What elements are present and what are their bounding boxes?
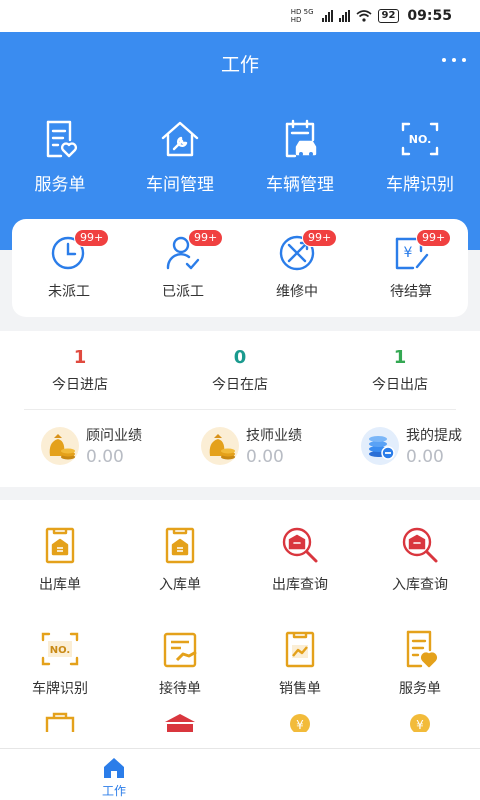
nav-label: 车辆管理 <box>266 175 334 195</box>
order-label: 维修中 <box>276 284 318 300</box>
svg-text:NO.: NO. <box>50 645 70 656</box>
battery-icon: 92 <box>377 9 400 23</box>
home-icon <box>104 758 124 778</box>
stat-left[interactable]: 1 今日出店 <box>320 347 480 394</box>
order-status-card: 99+ 未派工 99+ 已派工 99+ 维修中 ¥ 99+ 待结算 <box>12 219 468 317</box>
sales-order-icon <box>285 631 315 668</box>
money-bag-icon <box>41 427 79 465</box>
function-grid: 出库单 入库单 出库查询 入库查询 NO. 车牌识别 接待单 销售单 服务单 ¥… <box>0 500 480 748</box>
nav-vehicle[interactable]: 车辆管理 <box>240 118 360 195</box>
workshop-icon <box>161 121 199 157</box>
stat-in-store[interactable]: 0 今日在店 <box>160 347 320 394</box>
badge: 99+ <box>188 229 224 247</box>
order-assigned[interactable]: 99+ 已派工 <box>126 219 240 317</box>
svg-text:¥: ¥ <box>404 245 413 261</box>
nav-label: 车牌识别 <box>386 175 454 195</box>
perf-value: 0.00 <box>86 447 124 467</box>
grid-plate-recognition[interactable]: NO. 车牌识别 <box>0 628 120 708</box>
status-bar: HD 5G HD 92 09:55 <box>0 0 480 32</box>
order-label: 未派工 <box>48 284 90 300</box>
clock: 09:55 <box>407 8 452 24</box>
svg-text:NO.: NO. <box>409 133 432 146</box>
plate-recognition-icon: NO. <box>41 632 79 666</box>
grid-label: 服务单 <box>399 681 441 697</box>
grid-inbound-query[interactable]: 入库查询 <box>360 524 480 604</box>
outbound-query-icon <box>282 527 318 563</box>
grid-label: 入库查询 <box>392 577 448 593</box>
tab-label: 工作 <box>101 784 126 798</box>
tab-work[interactable]: 工作 <box>94 757 134 799</box>
stat-value: 1 <box>393 347 407 368</box>
header: 工作 服务单 车间管理 车辆管理 NO. 车牌识别 <box>0 32 480 250</box>
nav-label: 车间管理 <box>146 175 214 195</box>
perf-technician[interactable]: 技师业绩 0.00 <box>160 425 320 467</box>
svg-text:¥: ¥ <box>416 718 424 732</box>
signal-icon <box>321 10 333 22</box>
stat-value: 0 <box>233 347 247 368</box>
perf-commission[interactable]: 我的提成 0.00 <box>320 425 480 467</box>
coin-icon[interactable]: ¥ <box>279 712 321 732</box>
daily-stats: 1 今日进店 0 今日在店 1 今日出店 顾问业绩 0.00 技师业绩 0.00 <box>0 331 480 487</box>
order-label: 已派工 <box>162 284 204 300</box>
vehicle-icon <box>285 119 317 158</box>
reception-order-icon <box>163 632 197 668</box>
grid-inbound-order[interactable]: 入库单 <box>120 524 240 604</box>
inbound-query-icon <box>402 527 438 563</box>
grid-outbound-query[interactable]: 出库查询 <box>240 524 360 604</box>
grid-label: 出库查询 <box>272 577 328 593</box>
nav-label: 服务单 <box>34 175 86 195</box>
nav-workshop[interactable]: 车间管理 <box>120 118 240 195</box>
top-nav: 服务单 车间管理 车辆管理 NO. 车牌识别 <box>0 118 480 195</box>
perf-advisor[interactable]: 顾问业绩 0.00 <box>0 425 160 467</box>
perf-value: 0.00 <box>406 447 444 467</box>
coin-stack-icon <box>361 427 399 465</box>
order-unassigned[interactable]: 99+ 未派工 <box>12 219 126 317</box>
grid-label: 车牌识别 <box>32 681 88 697</box>
perf-label: 技师业绩 <box>246 428 302 444</box>
wifi-icon <box>355 10 372 22</box>
service-order-icon <box>406 630 438 668</box>
money-bag-icon <box>201 427 239 465</box>
badge: 99+ <box>302 229 338 247</box>
tab-bar: 工作 <box>0 748 480 800</box>
coin-icon[interactable]: ¥ <box>399 712 441 732</box>
badge: 99+ <box>74 229 110 247</box>
stat-value: 1 <box>73 347 87 368</box>
grid-reception-order[interactable]: 接待单 <box>120 628 240 708</box>
order-in-repair[interactable]: 99+ 维修中 <box>240 219 354 317</box>
grid-outbound-order[interactable]: 出库单 <box>0 524 120 604</box>
inbound-order-icon <box>165 527 195 564</box>
grid-service-order[interactable]: 服务单 <box>360 628 480 708</box>
stat-label: 今日进店 <box>52 377 108 393</box>
network-indicator: HD 5G HD <box>290 8 314 24</box>
grid-label: 出库单 <box>39 577 81 593</box>
document-icon[interactable] <box>39 712 81 732</box>
perf-label: 顾问业绩 <box>86 428 142 444</box>
page-title: 工作 <box>220 54 259 76</box>
bank-icon[interactable] <box>159 712 201 732</box>
service-order-icon <box>46 120 78 158</box>
divider <box>24 409 456 410</box>
outbound-order-icon <box>45 527 75 564</box>
grid-label: 接待单 <box>159 681 201 697</box>
perf-value: 0.00 <box>246 447 284 467</box>
perf-label: 我的提成 <box>406 428 462 444</box>
grid-label: 入库单 <box>159 577 201 593</box>
grid-label: 销售单 <box>279 681 321 697</box>
order-label: 待结算 <box>390 284 432 300</box>
stat-entered[interactable]: 1 今日进店 <box>0 347 160 394</box>
more-icon[interactable] <box>442 58 466 62</box>
nav-service-order[interactable]: 服务单 <box>0 118 120 195</box>
stat-label: 今日在店 <box>212 377 268 393</box>
svg-text:¥: ¥ <box>296 718 304 732</box>
stat-label: 今日出店 <box>372 377 428 393</box>
grid-row-partial: ¥ ¥ <box>0 708 480 732</box>
nav-plate-recognition[interactable]: NO. 车牌识别 <box>360 118 480 195</box>
signal-icon-2 <box>338 10 350 22</box>
badge: 99+ <box>416 229 452 247</box>
grid-sales-order[interactable]: 销售单 <box>240 628 360 708</box>
order-pending-settlement[interactable]: ¥ 99+ 待结算 <box>354 219 468 317</box>
plate-recognition-icon: NO. <box>401 122 439 156</box>
